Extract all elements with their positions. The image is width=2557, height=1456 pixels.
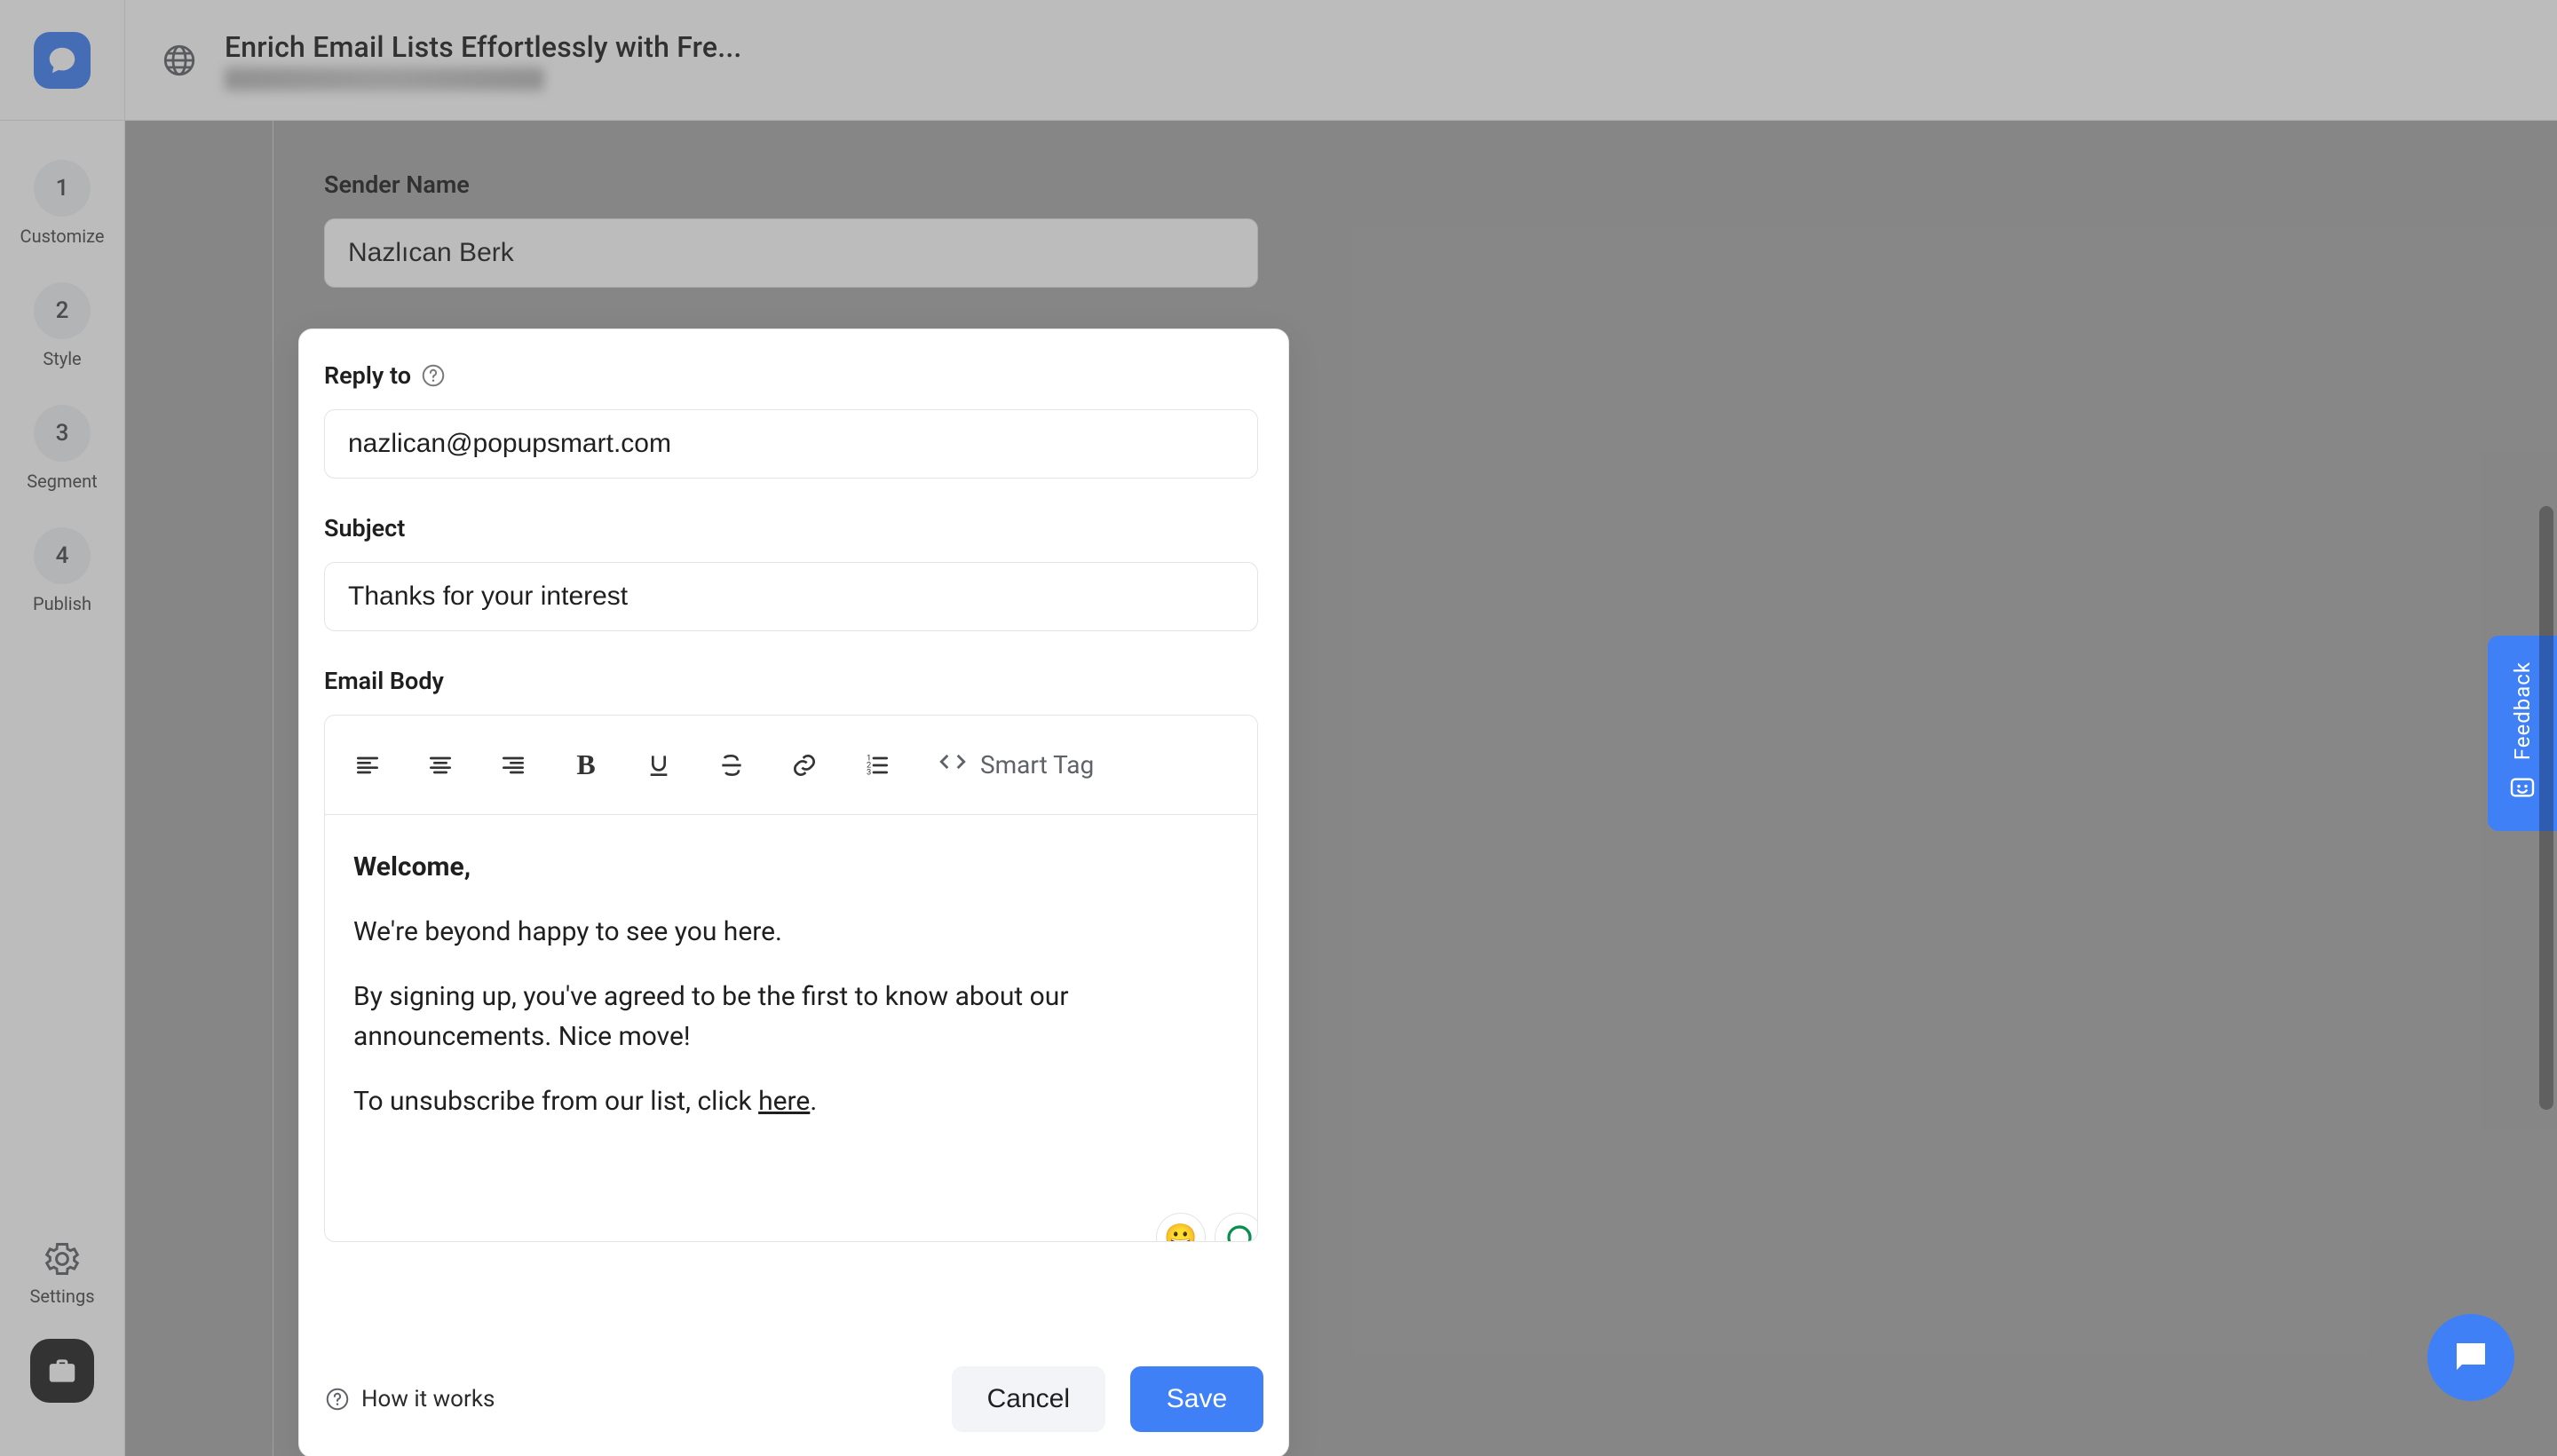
rail-settings-label: Settings xyxy=(29,1286,94,1307)
sender-name-label: Sender Name xyxy=(324,170,2411,199)
logo-cell xyxy=(0,0,125,120)
align-center-icon[interactable] xyxy=(423,748,458,783)
rail-step-customize[interactable]: 1 Customize xyxy=(20,160,105,247)
rail-step-number: 3 xyxy=(34,405,91,462)
reply-to-input[interactable] xyxy=(324,409,1258,479)
subject-label: Subject xyxy=(324,514,1263,542)
smile-icon xyxy=(2508,773,2537,805)
rail-step-number: 4 xyxy=(34,527,91,584)
save-button[interactable]: Save xyxy=(1130,1366,1263,1432)
editor-toolbar: B 123 Smart Tag xyxy=(325,716,1257,815)
rail-step-segment[interactable]: 3 Segment xyxy=(27,405,97,492)
bold-icon[interactable]: B xyxy=(568,748,604,783)
rail-step-label: Segment xyxy=(27,471,97,492)
top-bar: Enrich Email Lists Effortlessly with Fre… xyxy=(0,0,2557,121)
align-right-icon[interactable] xyxy=(495,748,531,783)
body-p3-text: To unsubscribe from our list, click xyxy=(353,1086,758,1117)
email-editor-dialog: Reply to Subject Email Body B 123 xyxy=(298,328,1289,1456)
chat-icon xyxy=(2450,1336,2492,1379)
ordered-list-icon[interactable]: 123 xyxy=(859,748,895,783)
cancel-button[interactable]: Cancel xyxy=(952,1366,1105,1432)
app-logo[interactable] xyxy=(34,32,91,89)
unsubscribe-link[interactable]: here xyxy=(758,1086,810,1117)
emoji-picker-button[interactable]: 😀 xyxy=(1156,1213,1206,1242)
rail-step-label: Publish xyxy=(33,593,91,614)
body-p3-suffix: . xyxy=(810,1086,817,1117)
email-body-block: Email Body B 123 Smart Tag Welcome, We'r… xyxy=(324,667,1263,1242)
smart-tag-button[interactable]: Smart Tag xyxy=(938,747,1094,783)
page-title: Enrich Email Lists Effortlessly with Fre… xyxy=(225,30,742,64)
sender-name-block: Sender Name xyxy=(324,170,2411,288)
how-it-works-label: How it works xyxy=(361,1386,495,1412)
align-left-icon[interactable] xyxy=(350,748,385,783)
svg-text:3: 3 xyxy=(867,767,871,777)
email-body-label: Email Body xyxy=(324,667,1263,695)
body-welcome: Welcome, xyxy=(353,847,1229,887)
gear-icon xyxy=(43,1239,82,1278)
dialog-footer: How it works Cancel Save xyxy=(324,1345,1263,1432)
subject-input[interactable] xyxy=(324,562,1258,631)
reply-to-block: Reply to xyxy=(324,361,1263,479)
reply-to-label: Reply to xyxy=(324,361,411,390)
globe-icon xyxy=(161,42,198,79)
underline-icon[interactable] xyxy=(641,748,677,783)
rail-settings[interactable]: Settings xyxy=(29,1239,94,1307)
link-icon[interactable] xyxy=(787,748,822,783)
subject-block: Subject xyxy=(324,514,1263,631)
how-it-works-link[interactable]: How it works xyxy=(324,1386,495,1412)
body-paragraph-1: We're beyond happy to see you here. xyxy=(353,912,1229,952)
sender-name-input[interactable] xyxy=(324,218,1258,288)
rail-step-style[interactable]: 2 Style xyxy=(34,282,91,369)
rail-step-label: Style xyxy=(43,348,81,369)
rail-step-number: 2 xyxy=(34,282,91,339)
help-icon[interactable] xyxy=(420,362,447,389)
body-paragraph-3: To unsubscribe from our list, click here… xyxy=(353,1081,1229,1121)
rail-step-label: Customize xyxy=(20,226,105,247)
strikethrough-icon[interactable] xyxy=(714,748,749,783)
rail-step-number: 1 xyxy=(34,160,91,217)
body-paragraph-2: By signing up, you've agreed to be the f… xyxy=(353,977,1229,1056)
smart-tag-label: Smart Tag xyxy=(980,750,1094,779)
chat-launcher[interactable] xyxy=(2427,1314,2514,1401)
feedback-label: Feedback xyxy=(2510,661,2535,760)
editor-content[interactable]: Welcome, We're beyond happy to see you h… xyxy=(325,815,1257,1241)
briefcase-icon xyxy=(45,1354,79,1388)
rail-step-publish[interactable]: 4 Publish xyxy=(33,527,91,614)
chat-bubble-icon xyxy=(45,44,79,77)
code-icon xyxy=(938,747,968,783)
rich-text-editor: B 123 Smart Tag Welcome, We're beyond ha… xyxy=(324,715,1258,1242)
page-subtitle-blurred xyxy=(225,67,544,91)
scrollbar-thumb[interactable] xyxy=(2539,506,2553,1110)
rail-briefcase-button[interactable] xyxy=(30,1339,94,1403)
grammar-check-button[interactable] xyxy=(1215,1213,1258,1242)
left-rail: 1 Customize 2 Style 3 Segment 4 Publish … xyxy=(0,121,125,1456)
